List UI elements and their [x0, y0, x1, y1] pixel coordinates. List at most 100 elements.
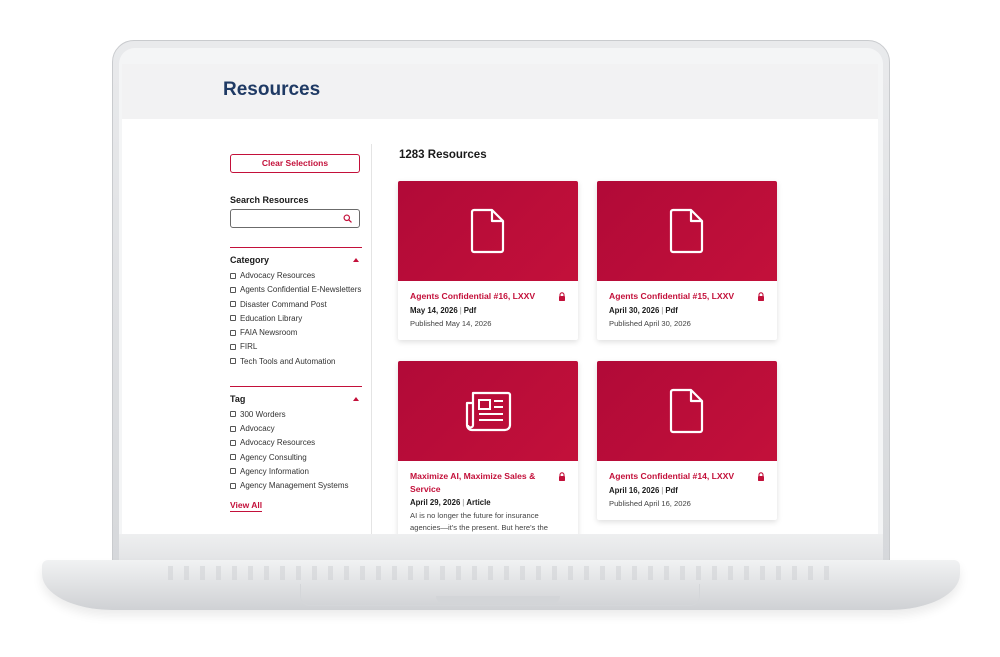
- tag-option-label: Advocacy: [240, 424, 275, 434]
- tag-option-label: 300 Worders: [240, 409, 286, 419]
- checkbox[interactable]: [230, 272, 236, 279]
- category-option[interactable]: FIRL: [230, 341, 362, 352]
- caret-up-icon[interactable]: [353, 258, 359, 262]
- laptop-screen: Resources Clear Selections Search Resour…: [122, 64, 878, 534]
- card-title[interactable]: Agents Confidential #16, LXXV: [410, 290, 550, 303]
- card-meta: April 16, 2026 | Pdf: [609, 486, 765, 495]
- resource-card[interactable]: Agents Confidential #15, LXXV April 30, …: [597, 181, 777, 340]
- checkbox[interactable]: [230, 301, 236, 308]
- category-option-label: FIRL: [240, 342, 258, 352]
- filter-sidebar: Clear Selections Search Resources Catego…: [230, 154, 362, 513]
- category-option-label: Education Library: [240, 313, 303, 323]
- resource-card[interactable]: Agents Confidential #16, LXXV May 14, 20…: [398, 181, 578, 340]
- resource-card[interactable]: Maximize AI, Maximize Sales & Service Ap…: [398, 361, 578, 534]
- card-meta: May 14, 2026 | Pdf: [410, 306, 566, 315]
- card-title[interactable]: Agents Confidential #14, LXXV: [609, 470, 749, 483]
- newspaper-icon: [465, 391, 512, 432]
- category-option[interactable]: Advocacy Resources: [230, 270, 362, 281]
- card-description: Published May 14, 2026: [410, 318, 492, 328]
- category-filter-title: Category: [230, 255, 270, 265]
- sidebar-divider: [371, 144, 372, 534]
- card-title[interactable]: Agents Confidential #15, LXXV: [609, 290, 749, 303]
- lock-icon: [559, 292, 565, 301]
- category-option[interactable]: Disaster Command Post: [230, 299, 362, 310]
- card-title-row: Agents Confidential #16, LXXV: [410, 290, 566, 303]
- card-banner[interactable]: [597, 181, 777, 281]
- tag-option[interactable]: Agency Consulting: [230, 452, 362, 463]
- lock-icon: [758, 292, 764, 301]
- tag-filter-title: Tag: [230, 393, 246, 404]
- search-resources-label: Search Resources: [230, 195, 309, 205]
- checkbox[interactable]: [230, 482, 236, 489]
- card-banner[interactable]: [398, 361, 578, 461]
- caret-up-icon[interactable]: [353, 396, 359, 401]
- tag-option[interactable]: Advocacy: [230, 423, 362, 434]
- checkbox[interactable]: [230, 425, 236, 432]
- document-icon: [669, 208, 704, 254]
- laptop-base-notch: [436, 596, 560, 604]
- laptop-keyboard-edge: [168, 566, 834, 580]
- card-type: Pdf: [463, 305, 477, 315]
- category-option-label: Advocacy Resources: [240, 271, 316, 280]
- card-title[interactable]: Maximize AI, Maximize Sales & Service: [410, 470, 550, 495]
- card-title-row: Agents Confidential #14, LXXV: [609, 470, 765, 483]
- checkbox[interactable]: [230, 454, 236, 461]
- tag-option[interactable]: Agency Management Systems: [230, 480, 362, 491]
- checkbox[interactable]: [230, 343, 236, 350]
- tag-option[interactable]: Advocacy Resources: [230, 437, 362, 448]
- card-date: April 16, 2026: [609, 485, 660, 495]
- category-option[interactable]: Agents Confidential E-Newsletters: [230, 284, 362, 295]
- tag-option-label: Agency Consulting: [240, 452, 307, 462]
- tag-filter-header[interactable]: Tag: [230, 394, 362, 404]
- category-option[interactable]: Education Library: [230, 313, 362, 324]
- category-option-label: Tech Tools and Automation: [240, 356, 336, 366]
- card-banner[interactable]: [597, 361, 777, 461]
- category-option-label: Disaster Command Post: [240, 299, 327, 309]
- laptop-screen-chin: [119, 534, 883, 560]
- resource-card[interactable]: Agents Confidential #14, LXXV April 16, …: [597, 361, 777, 520]
- card-date: April 29, 2026: [410, 498, 461, 507]
- category-option[interactable]: FAIA Newsroom: [230, 327, 362, 338]
- checkbox[interactable]: [230, 439, 236, 446]
- checkbox[interactable]: [230, 358, 236, 365]
- search-input[interactable]: [230, 209, 360, 228]
- category-option-label: Agents Confidential E-Newsletters: [240, 285, 362, 295]
- document-icon: [669, 388, 704, 434]
- page-header: Resources: [122, 64, 878, 119]
- tag-option[interactable]: Agency Information: [230, 466, 362, 477]
- checkbox[interactable]: [230, 286, 236, 293]
- category-filter-header[interactable]: Category: [230, 255, 362, 265]
- checkbox[interactable]: [230, 411, 236, 418]
- page-title: Resources: [223, 79, 321, 100]
- card-body: Maximize AI, Maximize Sales & Service Ap…: [398, 461, 578, 534]
- category-filter-group: Category Advocacy Resources Agents Confi…: [230, 247, 362, 367]
- search-icon[interactable]: [343, 214, 352, 223]
- tag-option-label: Advocacy Resources: [240, 438, 316, 448]
- card-meta: April 30, 2026 | Pdf: [609, 306, 765, 315]
- card-body: Agents Confidential #15, LXXV April 30, …: [597, 281, 777, 340]
- category-option-label: FAIA Newsroom: [240, 328, 298, 338]
- checkbox[interactable]: [230, 329, 236, 336]
- card-description: Published April 30, 2026: [609, 318, 691, 328]
- card-title-row: Agents Confidential #15, LXXV: [609, 290, 765, 303]
- results-count: 1283 Resources: [399, 149, 487, 161]
- card-date: April 30, 2026: [609, 305, 660, 315]
- tag-option-label: Agency Management Systems: [240, 481, 349, 491]
- document-icon: [470, 208, 505, 254]
- card-date: May 14, 2026: [410, 305, 458, 315]
- tag-option[interactable]: 300 Worders: [230, 409, 362, 420]
- tag-option-label: Agency Information: [240, 466, 309, 476]
- card-title-row: Maximize AI, Maximize Sales & Service: [410, 470, 566, 495]
- category-option[interactable]: Tech Tools and Automation: [230, 356, 362, 367]
- card-type: Pdf: [665, 305, 678, 315]
- card-banner[interactable]: [398, 181, 578, 281]
- checkbox[interactable]: [230, 468, 236, 475]
- lock-icon: [559, 472, 565, 481]
- card-type: Pdf: [665, 485, 678, 495]
- card-meta: April 29, 2026 | Article: [410, 498, 566, 507]
- card-type: Article: [466, 498, 491, 507]
- clear-selections-button[interactable]: Clear Selections: [230, 154, 360, 173]
- checkbox[interactable]: [230, 315, 236, 322]
- card-description: AI is no longer the future for insurance…: [410, 511, 548, 532]
- view-all-tags-link[interactable]: View All: [230, 500, 263, 512]
